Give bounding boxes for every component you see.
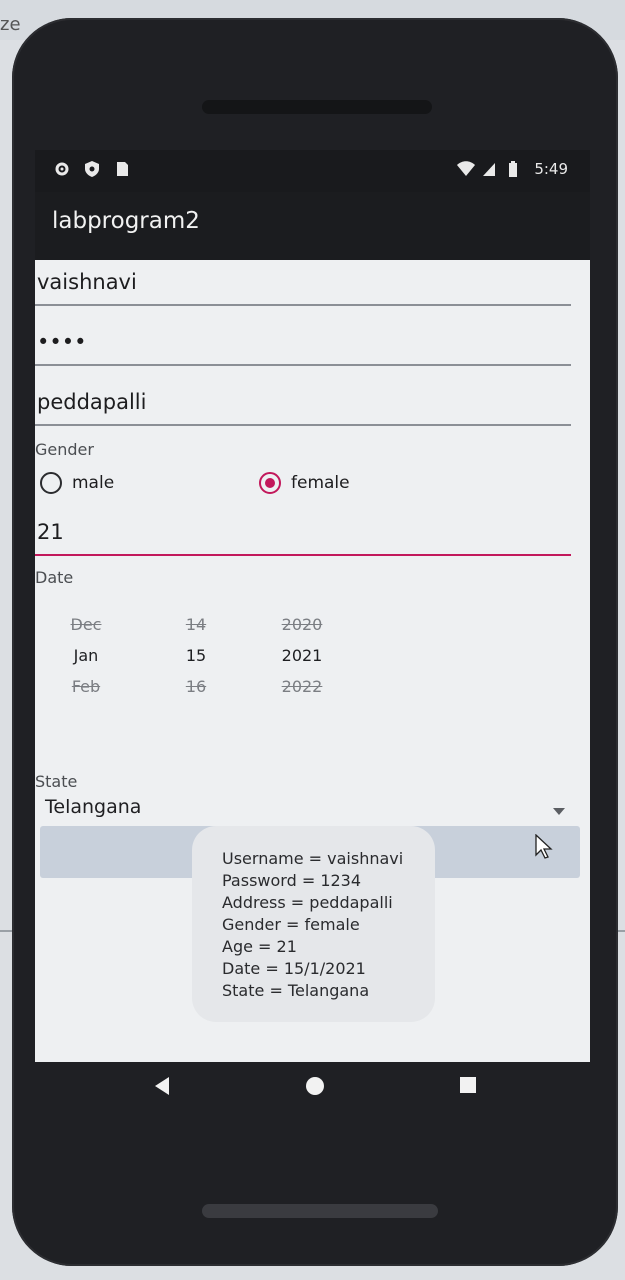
toast-line: Date = 15/1/2021 bbox=[222, 959, 366, 978]
date-picker-day[interactable]: 14 15 16 bbox=[151, 610, 241, 702]
toast-line: Age = 21 bbox=[222, 937, 297, 956]
battery-icon bbox=[508, 160, 526, 178]
wifi-icon bbox=[456, 160, 476, 178]
address-value: peddapalli bbox=[37, 390, 147, 414]
date-picker-year[interactable]: 2020 2021 2022 bbox=[257, 610, 347, 702]
year-prev[interactable]: 2020 bbox=[257, 610, 347, 640]
month-prev[interactable]: Dec bbox=[41, 610, 131, 640]
status-bar: 5:49 bbox=[35, 150, 590, 192]
toast-line: Gender = female bbox=[222, 915, 360, 934]
earpiece bbox=[202, 100, 432, 114]
home-icon[interactable] bbox=[305, 1076, 325, 1100]
settings-icon bbox=[53, 160, 71, 178]
radio-female-indicator[interactable] bbox=[259, 472, 281, 494]
toast-line: Password = 1234 bbox=[222, 871, 362, 890]
radio-male-indicator[interactable] bbox=[40, 472, 62, 494]
recents-icon[interactable] bbox=[459, 1076, 477, 1098]
app-title: labprogram2 bbox=[52, 208, 200, 234]
year-current: 2021 bbox=[281, 646, 323, 665]
back-icon[interactable] bbox=[153, 1076, 171, 1100]
state-value: Telangana bbox=[45, 796, 142, 818]
navigation-bar bbox=[35, 1062, 590, 1120]
address-field[interactable]: peddapalli bbox=[35, 380, 571, 426]
status-time: 5:49 bbox=[534, 160, 568, 178]
shield-icon bbox=[83, 160, 101, 178]
password-field[interactable]: •••• bbox=[35, 320, 571, 366]
age-field[interactable]: 21 bbox=[35, 510, 571, 556]
year-next[interactable]: 2022 bbox=[257, 672, 347, 702]
radio-female[interactable]: female bbox=[259, 472, 350, 494]
device-screen: 5:49 labprogram2 vaishnavi •••• peddapal… bbox=[35, 150, 590, 1062]
radio-male-label: male bbox=[72, 473, 115, 493]
month-next[interactable]: Feb bbox=[41, 672, 131, 702]
sim-icon bbox=[113, 160, 131, 178]
toast-line: State = Telangana bbox=[222, 981, 370, 1000]
desktop-corner-text: ze bbox=[0, 14, 21, 35]
day-current: 15 bbox=[185, 646, 207, 665]
state-label: State bbox=[35, 772, 78, 791]
radio-male[interactable]: male bbox=[40, 472, 114, 494]
age-value: 21 bbox=[37, 520, 64, 544]
phone-bottom-bar bbox=[202, 1204, 438, 1218]
gender-label: Gender bbox=[35, 440, 94, 459]
toast-line: Username = vaishnavi bbox=[222, 849, 404, 868]
date-picker-month[interactable]: Dec Jan Feb bbox=[41, 610, 131, 702]
username-field[interactable]: vaishnavi bbox=[35, 260, 571, 306]
month-current: Jan bbox=[73, 646, 99, 665]
radio-female-label: female bbox=[291, 473, 350, 493]
chevron-down-icon bbox=[553, 808, 565, 815]
password-value: •••• bbox=[37, 330, 87, 354]
day-prev[interactable]: 14 bbox=[151, 610, 241, 640]
form-content: vaishnavi •••• peddapalli Gender male fe… bbox=[35, 260, 590, 1062]
day-next[interactable]: 16 bbox=[151, 672, 241, 702]
username-value: vaishnavi bbox=[37, 270, 137, 294]
toast-line: Address = peddapalli bbox=[222, 893, 393, 912]
mouse-cursor-icon bbox=[535, 833, 553, 860]
app-bar: labprogram2 bbox=[35, 192, 590, 260]
toast-message: Username = vaishnavi Password = 1234 Add… bbox=[192, 826, 435, 1022]
date-label: Date bbox=[35, 568, 74, 587]
signal-icon bbox=[482, 160, 500, 178]
